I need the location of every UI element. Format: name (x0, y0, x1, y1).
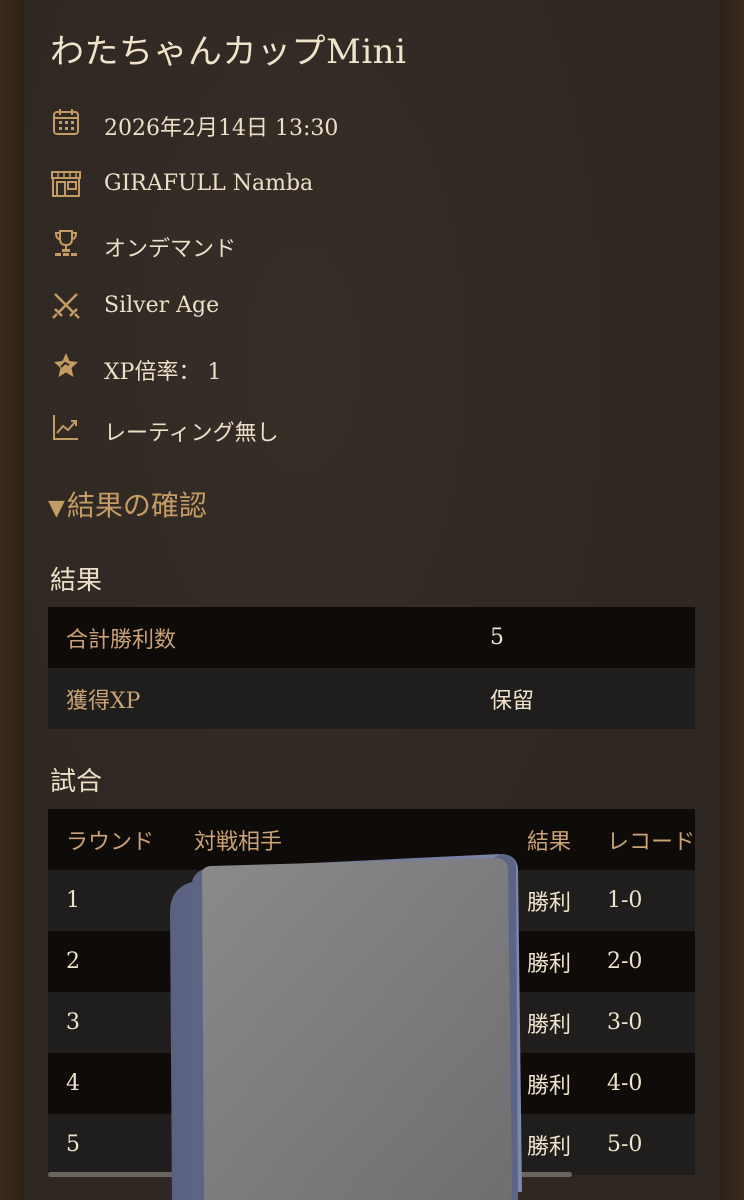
earned-xp-value: 保留 (490, 688, 535, 714)
total-wins-value: 5 (490, 625, 504, 650)
trend-chart-icon (53, 415, 78, 440)
triangle-down-icon: ▼ (48, 496, 65, 521)
event-rating: レーティング無し (104, 421, 279, 446)
store-icon (51, 171, 81, 197)
info-row-date: 2026年2月14日 13:30 (50, 106, 690, 142)
match-result: 勝利 (527, 890, 572, 916)
info-row-format: オンデマンド (50, 227, 690, 263)
event-title: わたちゃんカップMini (50, 32, 407, 72)
match-record: 5-0 (607, 1132, 643, 1157)
trophy-icon (54, 230, 78, 256)
event-format: オンデマンド (104, 237, 237, 262)
left-frame (0, 0, 24, 1200)
table-row: 獲得XP 保留 (48, 668, 695, 729)
info-row-xp-rate: XP倍率： 1 (50, 350, 690, 386)
star-badge-icon (54, 353, 78, 377)
results-toggle[interactable]: ▼結果の確認 (48, 484, 207, 524)
right-frame (720, 0, 744, 1200)
crossed-swords-icon (52, 293, 80, 319)
match-result: 勝利 (527, 951, 572, 977)
info-row-game-format: Silver Age (50, 289, 690, 325)
event-date: 2026年2月14日 13:30 (104, 116, 339, 141)
header-result: 結果 (527, 829, 572, 855)
table-row: 合計勝利数 5 (48, 607, 695, 668)
earned-xp-label: 獲得XP (66, 688, 141, 714)
match-result: 勝利 (527, 1073, 572, 1099)
header-record: レコード (607, 829, 695, 855)
results-toggle-label: 結果の確認 (66, 489, 207, 522)
event-game-format: Silver Age (104, 293, 220, 318)
match-result: 勝利 (527, 1012, 572, 1038)
event-xp-rate: XP倍率： 1 (104, 360, 222, 385)
match-record: 1-0 (607, 888, 643, 913)
match-record: 2-0 (607, 949, 643, 974)
match-record: 4-0 (607, 1071, 643, 1096)
redaction-block-image (170, 854, 522, 1200)
match-result: 勝利 (527, 1134, 572, 1160)
calendar-icon (53, 109, 79, 135)
info-row-rating: レーティング無し (50, 411, 690, 447)
matches-heading: 試合 (50, 767, 103, 797)
total-wins-label: 合計勝利数 (66, 627, 177, 653)
event-store: GIRAFULL Namba (104, 171, 314, 196)
results-heading: 結果 (50, 566, 103, 596)
info-row-store: GIRAFULL Namba (50, 167, 690, 203)
results-summary-table: 合計勝利数 5 獲得XP 保留 (48, 607, 695, 729)
match-record: 3-0 (607, 1010, 643, 1035)
